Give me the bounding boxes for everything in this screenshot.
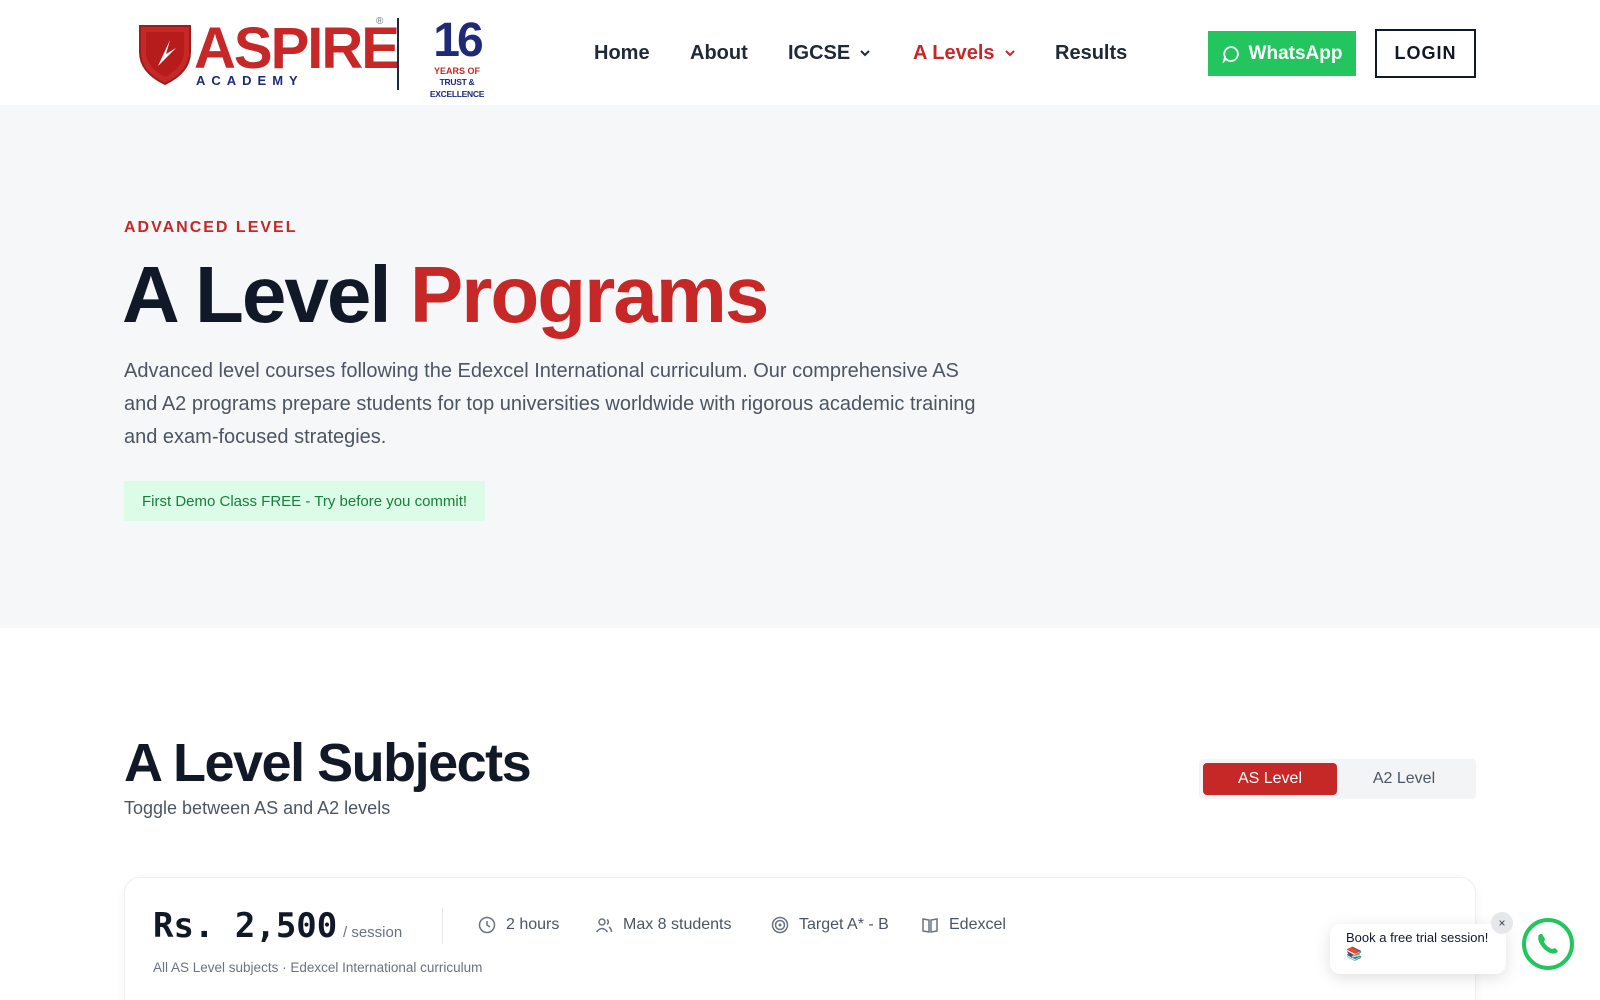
years-badge: 16 YEARS OF TRUST & EXCELLENCE [412, 14, 502, 100]
years-number: 16 [433, 14, 483, 67]
registered-mark: ® [376, 16, 384, 27]
toggle-as-level[interactable]: AS Level [1203, 763, 1337, 795]
hero-title-main: A Level [122, 250, 392, 339]
years-of-label: YEARS OF [433, 66, 480, 76]
nav-a-levels[interactable]: A Levels [913, 38, 1017, 68]
brand-tagline: ACADEMY [196, 73, 304, 88]
meta-class-size-label: Max 8 students [623, 916, 732, 933]
chat-bubble-icon [1222, 45, 1239, 63]
years-trust-label: TRUST & EXCELLENCE [429, 77, 485, 99]
clock-icon [478, 916, 496, 934]
card-divider [442, 908, 443, 944]
whatsapp-button-label: WhatsApp [1248, 42, 1343, 64]
chevron-down-icon [860, 50, 870, 57]
card-note: All AS Level subjects · Edexcel Internat… [153, 960, 483, 975]
subjects-subtitle: Toggle between AS and A2 levels [124, 798, 391, 818]
level-toggle: AS Level A2 Level [1199, 759, 1476, 799]
close-icon[interactable]: × [1491, 912, 1513, 934]
meta-exam-board-label: Edexcel [949, 916, 1006, 933]
nav-igcse[interactable]: IGCSE [788, 38, 872, 68]
shield-logo-icon [139, 25, 191, 86]
brand-name: ASPIRE [194, 16, 400, 81]
meta-duration-label: 2 hours [506, 916, 560, 933]
hero-eyebrow: ADVANCED LEVEL [124, 219, 298, 236]
meta-target-grade: Target A* - B [771, 916, 889, 934]
logo-divider [397, 18, 399, 90]
nav-about[interactable]: About [690, 38, 748, 68]
whatsapp-icon[interactable] [1522, 918, 1574, 970]
nav-results-label: Results [1055, 41, 1128, 64]
users-icon [595, 918, 613, 933]
brand-logo[interactable]: ASPIRE ® ACADEMY 16 YEARS OF TRUST & EXC… [136, 14, 502, 100]
subjects-title: A Level Subjects [124, 733, 532, 793]
pricing-card: Rs. 2,500 / session 2 hours Max 8 studen… [124, 877, 1476, 1000]
nav-about-label: About [690, 41, 748, 64]
nav-igcse-label: IGCSE [788, 41, 851, 64]
hero-description: Advanced level courses following the Ede… [124, 360, 976, 448]
price-unit: / session [343, 924, 403, 941]
chevron-down-icon [1004, 50, 1015, 57]
site-header: ASPIRE ® ACADEMY 16 YEARS OF TRUST & EXC… [0, 0, 1600, 105]
meta-target-grade-label: Target A* - B [799, 916, 889, 933]
meta-exam-board: Edexcel [921, 916, 1006, 934]
whatsapp-button[interactable]: WhatsApp [1208, 31, 1356, 76]
toggle-a2-level[interactable]: A2 Level [1337, 763, 1471, 795]
nav-home-label: Home [594, 41, 650, 64]
session-price: Rs. 2,500 [153, 906, 338, 946]
promo-badge: First Demo Class FREE - Try before you c… [124, 481, 486, 521]
login-button[interactable]: LOGIN [1375, 29, 1476, 78]
hero-title: A Level Programs [122, 245, 769, 345]
meta-class-size: Max 8 students [595, 916, 732, 934]
trial-chat-bubble[interactable]: Book a free trial session! 📚 [1330, 924, 1506, 974]
hero-title-accent: Programs [409, 250, 769, 339]
target-icon [771, 916, 789, 934]
nav-results[interactable]: Results [1055, 38, 1127, 68]
book-icon [922, 918, 938, 933]
hero-section: ADVANCED LEVEL A Level Programs Advanced… [0, 105, 1600, 628]
meta-duration: 2 hours [478, 916, 559, 934]
nav-home[interactable]: Home [594, 38, 650, 68]
nav-a-levels-label: A Levels [913, 41, 995, 64]
